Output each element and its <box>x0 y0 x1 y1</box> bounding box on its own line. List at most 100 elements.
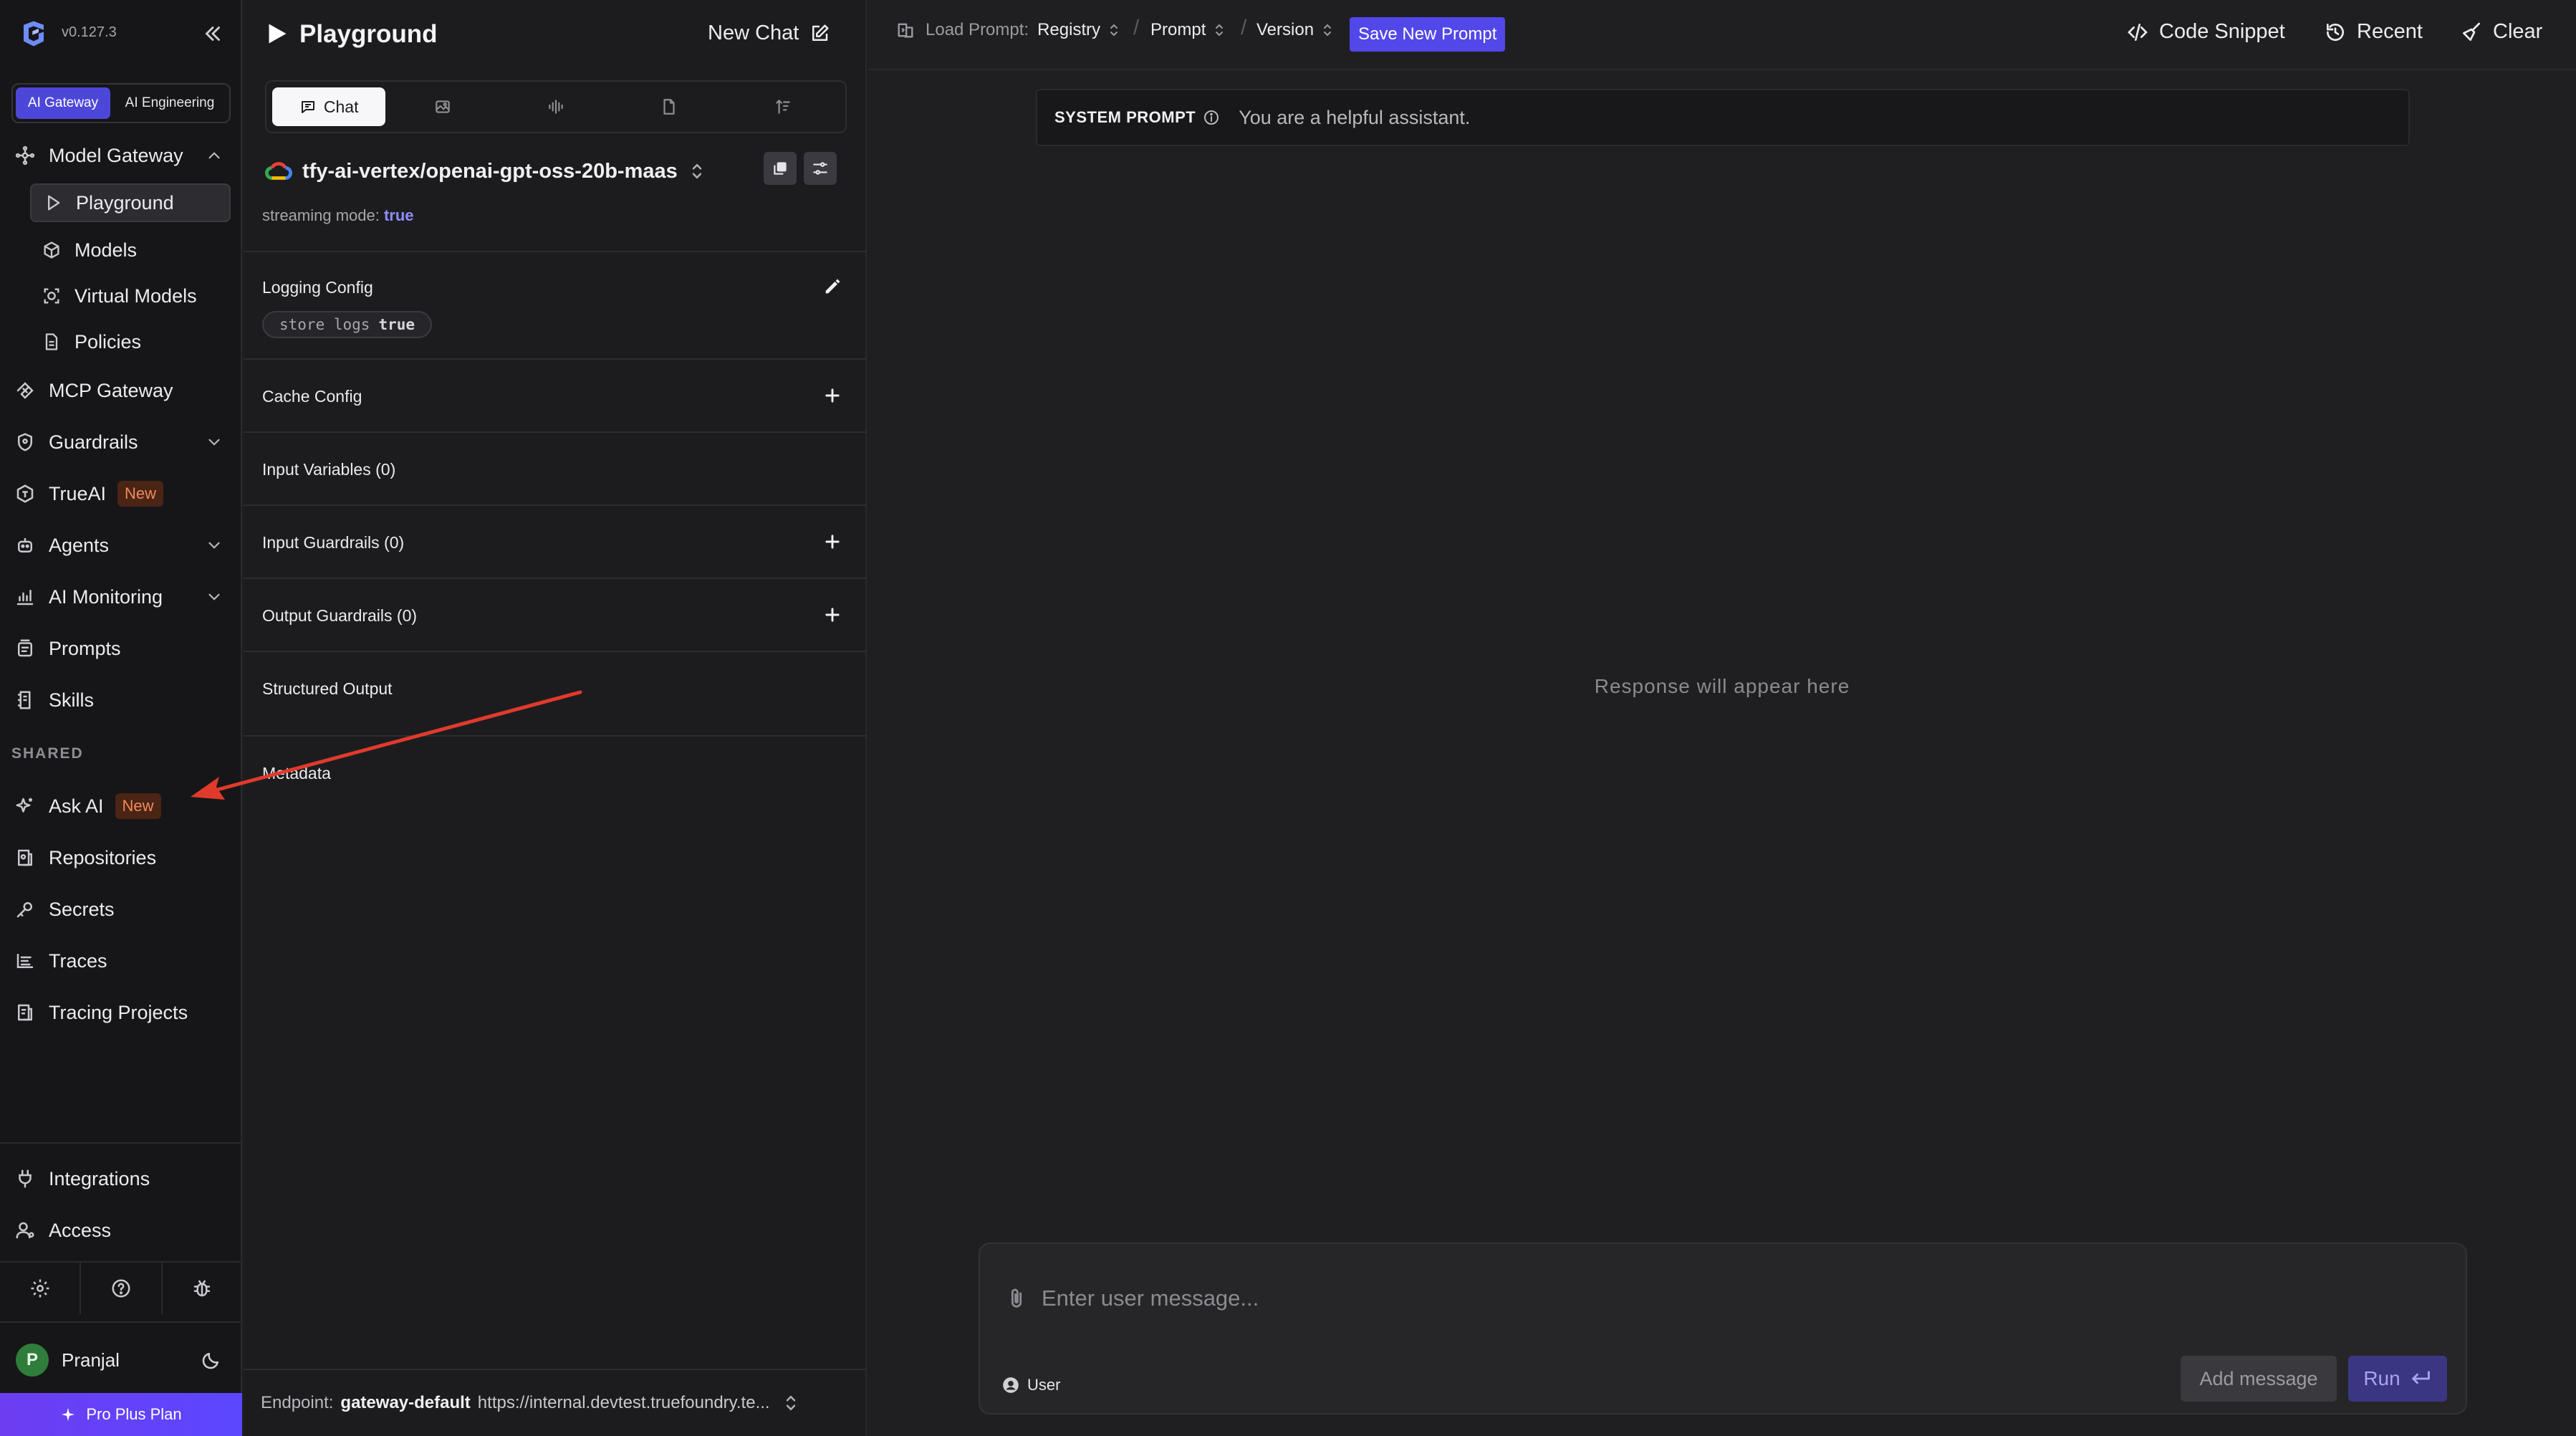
sidebar-item-model-gateway[interactable]: Model Gateway <box>14 135 220 176</box>
tab-image[interactable] <box>385 87 499 126</box>
help-button[interactable] <box>81 1263 163 1314</box>
sidebar-item-label: Access <box>49 1219 112 1241</box>
load-prompt-registry[interactable]: Load Prompt: Registry <box>895 20 1120 40</box>
skills-icon <box>14 689 36 711</box>
streaming-mode: streaming mode: true <box>262 206 414 225</box>
paperclip-icon[interactable] <box>1004 1284 1029 1313</box>
gateway-icon <box>14 145 36 166</box>
sidebar-item-models[interactable]: Models <box>30 229 231 271</box>
pencil-icon[interactable] <box>822 277 842 297</box>
info-icon[interactable] <box>1203 109 1220 126</box>
model-selector[interactable]: tfy-ai-vertex/openai-gpt-oss-20b-maas <box>265 155 847 188</box>
sidebar-item-traces[interactable]: Traces <box>14 940 107 982</box>
metadata-label[interactable]: Metadata <box>262 764 331 783</box>
new-chat-label: New Chat <box>708 21 799 44</box>
truefoundry-logo-icon[interactable] <box>19 19 49 49</box>
section-divider <box>244 504 867 506</box>
copy-model-button[interactable] <box>764 152 797 185</box>
chevron-down-icon[interactable] <box>205 588 224 606</box>
tab-chat[interactable]: Chat <box>272 87 386 126</box>
prompt-selector[interactable]: Prompt <box>1150 20 1226 40</box>
sidebar-item-integrations[interactable]: Integrations <box>14 1158 150 1200</box>
input-variables-label[interactable]: Input Variables (0) <box>262 460 395 479</box>
sidebar-item-ai-monitoring[interactable]: AI Monitoring <box>14 576 220 618</box>
run-button[interactable]: Run <box>2348 1356 2447 1402</box>
plus-icon[interactable] <box>822 605 842 625</box>
plus-icon[interactable] <box>822 386 842 406</box>
model-settings-button[interactable] <box>804 152 837 185</box>
help-icon <box>110 1278 132 1299</box>
collapse-sidebar-icon[interactable] <box>201 21 225 46</box>
sidebar-item-skills[interactable]: Skills <box>14 679 94 721</box>
chevron-up-down-icon <box>1213 21 1226 39</box>
recent-button[interactable]: Recent <box>2324 20 2423 44</box>
system-prompt-text: You are a helpful assistant. <box>1239 106 1471 128</box>
broom-icon <box>2460 21 2483 44</box>
chevron-up-down-icon <box>1321 21 1334 39</box>
structured-output-label[interactable]: Structured Output <box>262 679 393 699</box>
chip-value: true <box>378 316 415 333</box>
sidebar-item-agents[interactable]: Agents <box>14 525 220 566</box>
breadcrumb-separator: / <box>1241 16 1247 39</box>
sidebar-item-repositories[interactable]: Repositories <box>14 837 156 879</box>
switcher-ai-gateway[interactable]: AI Gateway <box>16 87 110 119</box>
sidebar-item-label: Traces <box>49 949 107 972</box>
chevron-down-icon[interactable] <box>205 536 224 555</box>
chevron-up-down-icon <box>783 1392 799 1414</box>
code-snippet-button[interactable]: Code Snippet <box>2126 20 2285 44</box>
tab-document[interactable] <box>612 87 726 126</box>
sidebar-item-virtual-models[interactable]: Virtual Models <box>30 275 231 317</box>
edit-icon <box>809 23 830 44</box>
role-label: User <box>1027 1376 1061 1394</box>
user-profile[interactable]: P Pranjal <box>16 1343 228 1377</box>
config-header: Playground New Chat <box>244 0 867 69</box>
sidebar-item-ask-ai[interactable]: Ask AI New <box>14 785 161 827</box>
image-icon <box>433 97 452 116</box>
registry-label: Registry <box>1037 20 1101 39</box>
sidebar-item-label: Repositories <box>49 846 157 868</box>
add-message-button[interactable]: Add message <box>2181 1356 2337 1402</box>
endpoint-url: https://internal.devtest.truefoundry.te.… <box>477 1393 770 1412</box>
save-new-prompt-button[interactable]: Save New Prompt <box>1350 17 1506 52</box>
gear-icon <box>29 1278 51 1299</box>
sidebar-item-label: Prompts <box>49 637 121 659</box>
tab-audio[interactable] <box>499 87 612 126</box>
utility-row <box>0 1263 242 1314</box>
report-bug-button[interactable] <box>163 1263 242 1314</box>
file-icon <box>660 97 678 116</box>
settings-button[interactable] <box>0 1263 82 1314</box>
sidebar-item-tracing-projects[interactable]: Tracing Projects <box>14 992 188 1033</box>
main-area: Load Prompt: Registry / Prompt / Version… <box>868 0 2576 1436</box>
sidebar-item-label: Secrets <box>49 898 115 920</box>
sidebar-item-playground[interactable]: Playground <box>30 183 231 222</box>
run-label: Run <box>2363 1367 2400 1389</box>
plus-icon[interactable] <box>822 532 842 552</box>
chevron-up-icon[interactable] <box>205 146 224 165</box>
moon-icon[interactable] <box>201 1349 222 1371</box>
google-cloud-icon <box>265 161 292 182</box>
sidebar-item-guardrails[interactable]: Guardrails <box>14 421 220 463</box>
sidebar-item-prompts[interactable]: Prompts <box>14 628 121 669</box>
sidebar-item-secrets[interactable]: Secrets <box>14 889 115 930</box>
new-chat-button[interactable]: New Chat <box>708 21 830 45</box>
pro-plus-plan-button[interactable]: Pro Plus Plan <box>0 1393 242 1436</box>
clear-button[interactable]: Clear <box>2460 20 2542 44</box>
switcher-ai-engineering[interactable]: AI Engineering <box>113 87 226 119</box>
endpoint-selector[interactable]: Endpoint: gateway-default https://intern… <box>244 1369 867 1436</box>
sidebar-item-access[interactable]: Access <box>14 1210 111 1251</box>
version-selector[interactable]: Version <box>1256 20 1334 40</box>
repository-icon <box>14 847 36 868</box>
user-message-input[interactable] <box>1042 1280 2403 1317</box>
endpoint-label: Endpoint: <box>261 1393 334 1412</box>
role-selector[interactable]: User <box>1001 1376 1060 1394</box>
tab-rerank[interactable] <box>726 87 840 126</box>
chevron-down-icon[interactable] <box>205 433 224 451</box>
sidebar-item-policies[interactable]: Policies <box>30 321 231 363</box>
system-prompt[interactable]: SYSTEM PROMPT You are a helpful assistan… <box>1036 89 2410 146</box>
plan-label: Pro Plus Plan <box>86 1405 182 1423</box>
system-prompt-label: SYSTEM PROMPT <box>1054 108 1196 126</box>
sidebar-item-trueai[interactable]: TrueAI New <box>14 473 164 514</box>
section-divider <box>244 651 867 652</box>
sidebar-item-mcp-gateway[interactable]: MCP Gateway <box>14 370 173 411</box>
breadcrumb-separator: / <box>1133 16 1140 39</box>
